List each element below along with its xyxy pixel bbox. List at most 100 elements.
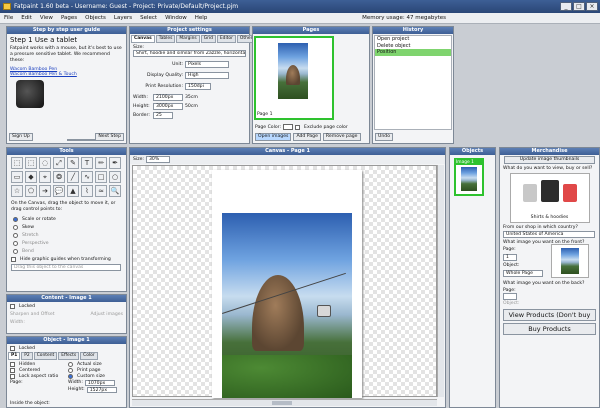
- horizontal-scrollbar[interactable]: [132, 399, 437, 406]
- select-icon[interactable]: ⬚: [11, 157, 23, 169]
- object-item[interactable]: Image 1: [454, 158, 484, 196]
- perspective-radio[interactable]: [13, 240, 18, 246]
- path-icon[interactable]: ⌇: [81, 185, 93, 197]
- tab-color[interactable]: Color: [80, 352, 98, 360]
- page-color-swatch[interactable]: [283, 124, 294, 130]
- menu-window[interactable]: Window: [161, 15, 191, 21]
- stretch-radio[interactable]: [13, 232, 18, 238]
- front-object-select[interactable]: Whole Page: [503, 270, 543, 277]
- line-icon[interactable]: ╱: [67, 171, 79, 183]
- ellipse-icon[interactable]: ○: [109, 171, 121, 183]
- tab-canvas[interactable]: Canvas: [131, 35, 155, 43]
- size-select[interactable]: Shirt, hoodie and similar from Zazzle, h…: [133, 50, 246, 57]
- text-icon[interactable]: T: [81, 157, 93, 169]
- minimize-button[interactable]: _: [560, 2, 572, 11]
- eyedropper-icon[interactable]: ⌖: [39, 171, 51, 183]
- view-products-button[interactable]: View Products (Don't buy: [503, 309, 596, 321]
- maximize-button[interactable]: □: [573, 2, 585, 11]
- hidden-checkbox[interactable]: [10, 361, 15, 367]
- signup-button[interactable]: Sign Up: [9, 133, 33, 141]
- page-canvas[interactable]: [212, 170, 362, 398]
- history-item-selected[interactable]: Position: [375, 49, 451, 56]
- prev-step-button[interactable]: [67, 139, 97, 141]
- clone-icon[interactable]: ❂: [53, 171, 65, 183]
- page-thumbnail[interactable]: Page 1: [254, 36, 334, 120]
- pencil-icon[interactable]: ✏: [95, 157, 107, 169]
- tab-p1[interactable]: P1: [8, 352, 21, 360]
- wacom-link-2[interactable]: Wacom Bamboo Pen & Touch: [10, 72, 123, 77]
- tab-content[interactable]: Content: [33, 352, 58, 360]
- menu-file[interactable]: File: [0, 15, 17, 21]
- hide-guides-checkbox[interactable]: [11, 256, 16, 262]
- resolution-input[interactable]: 150dpi: [185, 82, 211, 90]
- front-page-select[interactable]: 1: [503, 254, 517, 261]
- back-page-select[interactable]: [503, 293, 517, 300]
- scrollbar-thumb[interactable]: [272, 401, 292, 405]
- actual-size-radio[interactable]: [68, 361, 73, 367]
- content-locked-checkbox[interactable]: [10, 303, 15, 309]
- polygon-icon[interactable]: ⬠: [25, 185, 37, 197]
- bend-radio[interactable]: [13, 248, 18, 254]
- object-width-input[interactable]: 1070px: [84, 379, 115, 386]
- star-icon[interactable]: ☆: [11, 185, 23, 197]
- scale-rotate-radio[interactable]: [13, 216, 18, 222]
- menu-pages[interactable]: Pages: [57, 15, 81, 21]
- perspective-label: Perspective: [22, 240, 49, 246]
- update-thumbnails-button[interactable]: Update image thumbnails: [504, 156, 595, 164]
- next-step-button[interactable]: Next Step: [95, 133, 124, 141]
- tab-margins[interactable]: Margins: [176, 35, 200, 43]
- tab-p2[interactable]: P2: [21, 352, 33, 360]
- menu-objects[interactable]: Objects: [81, 15, 110, 21]
- curve-icon[interactable]: ∿: [81, 171, 93, 183]
- menu-edit[interactable]: Edit: [17, 15, 36, 21]
- rect-icon[interactable]: □: [95, 171, 107, 183]
- menu-view[interactable]: View: [36, 15, 57, 21]
- lasso-icon[interactable]: ◌: [39, 157, 51, 169]
- smudge-icon[interactable]: ≈: [95, 185, 107, 197]
- shape-icon[interactable]: ▲: [67, 185, 79, 197]
- country-select[interactable]: United States of America: [503, 231, 595, 238]
- object-page-label: Page:: [10, 379, 23, 385]
- marquee-icon[interactable]: ⬚: [25, 157, 37, 169]
- zoom-icon[interactable]: 🔍: [109, 185, 121, 197]
- transform-icon[interactable]: ⤢: [53, 157, 65, 169]
- menu-layers[interactable]: Layers: [110, 15, 136, 21]
- fill-icon[interactable]: ◆: [25, 171, 37, 183]
- eraser-icon[interactable]: ▭: [11, 171, 23, 183]
- drag-object-field[interactable]: Drag this object to the canvas: [11, 264, 121, 271]
- arrow-icon[interactable]: ➔: [39, 185, 51, 197]
- tab-editor[interactable]: Editor: [216, 35, 236, 43]
- width-input[interactable]: 2100px: [153, 93, 183, 101]
- buy-products-button[interactable]: Buy Products: [503, 323, 596, 335]
- pen-icon[interactable]: ✒: [109, 157, 121, 169]
- menu-help[interactable]: Help: [191, 15, 212, 21]
- centered-checkbox[interactable]: [10, 367, 15, 373]
- menu-select[interactable]: Select: [136, 15, 161, 21]
- custom-size-radio[interactable]: [68, 373, 73, 379]
- remove-page-button[interactable]: Remove page: [322, 133, 361, 141]
- object-locked-checkbox[interactable]: [10, 345, 15, 351]
- product-preview[interactable]: Shirts & hoodies: [509, 173, 590, 223]
- speech-icon[interactable]: 💬: [53, 185, 65, 197]
- object-height-input[interactable]: 1527px: [86, 386, 117, 393]
- close-button[interactable]: ×: [586, 2, 598, 11]
- quality-select[interactable]: High: [185, 71, 229, 79]
- canvas-image[interactable]: [222, 213, 352, 398]
- tab-effects[interactable]: Effects: [58, 352, 80, 360]
- add-page-button[interactable]: Add Page: [293, 133, 321, 141]
- open-images-button[interactable]: Open images: [255, 133, 292, 141]
- exclude-page-color-checkbox[interactable]: [295, 124, 301, 130]
- tab-tables[interactable]: Tables: [155, 35, 176, 43]
- lock-aspect-checkbox[interactable]: [10, 373, 15, 379]
- canvas-area[interactable]: [132, 165, 437, 398]
- height-input[interactable]: 3000px: [153, 102, 183, 110]
- undo-button[interactable]: Undo: [375, 133, 394, 141]
- unit-select[interactable]: Pixels: [185, 60, 229, 68]
- print-page-radio[interactable]: [68, 367, 73, 373]
- tab-grid[interactable]: Grid: [200, 35, 216, 43]
- vertical-scrollbar[interactable]: [437, 165, 444, 397]
- skew-radio[interactable]: [13, 224, 18, 230]
- brush-icon[interactable]: ✎: [67, 157, 79, 169]
- border-input[interactable]: 25: [153, 111, 173, 119]
- zoom-select[interactable]: 30%: [145, 156, 170, 163]
